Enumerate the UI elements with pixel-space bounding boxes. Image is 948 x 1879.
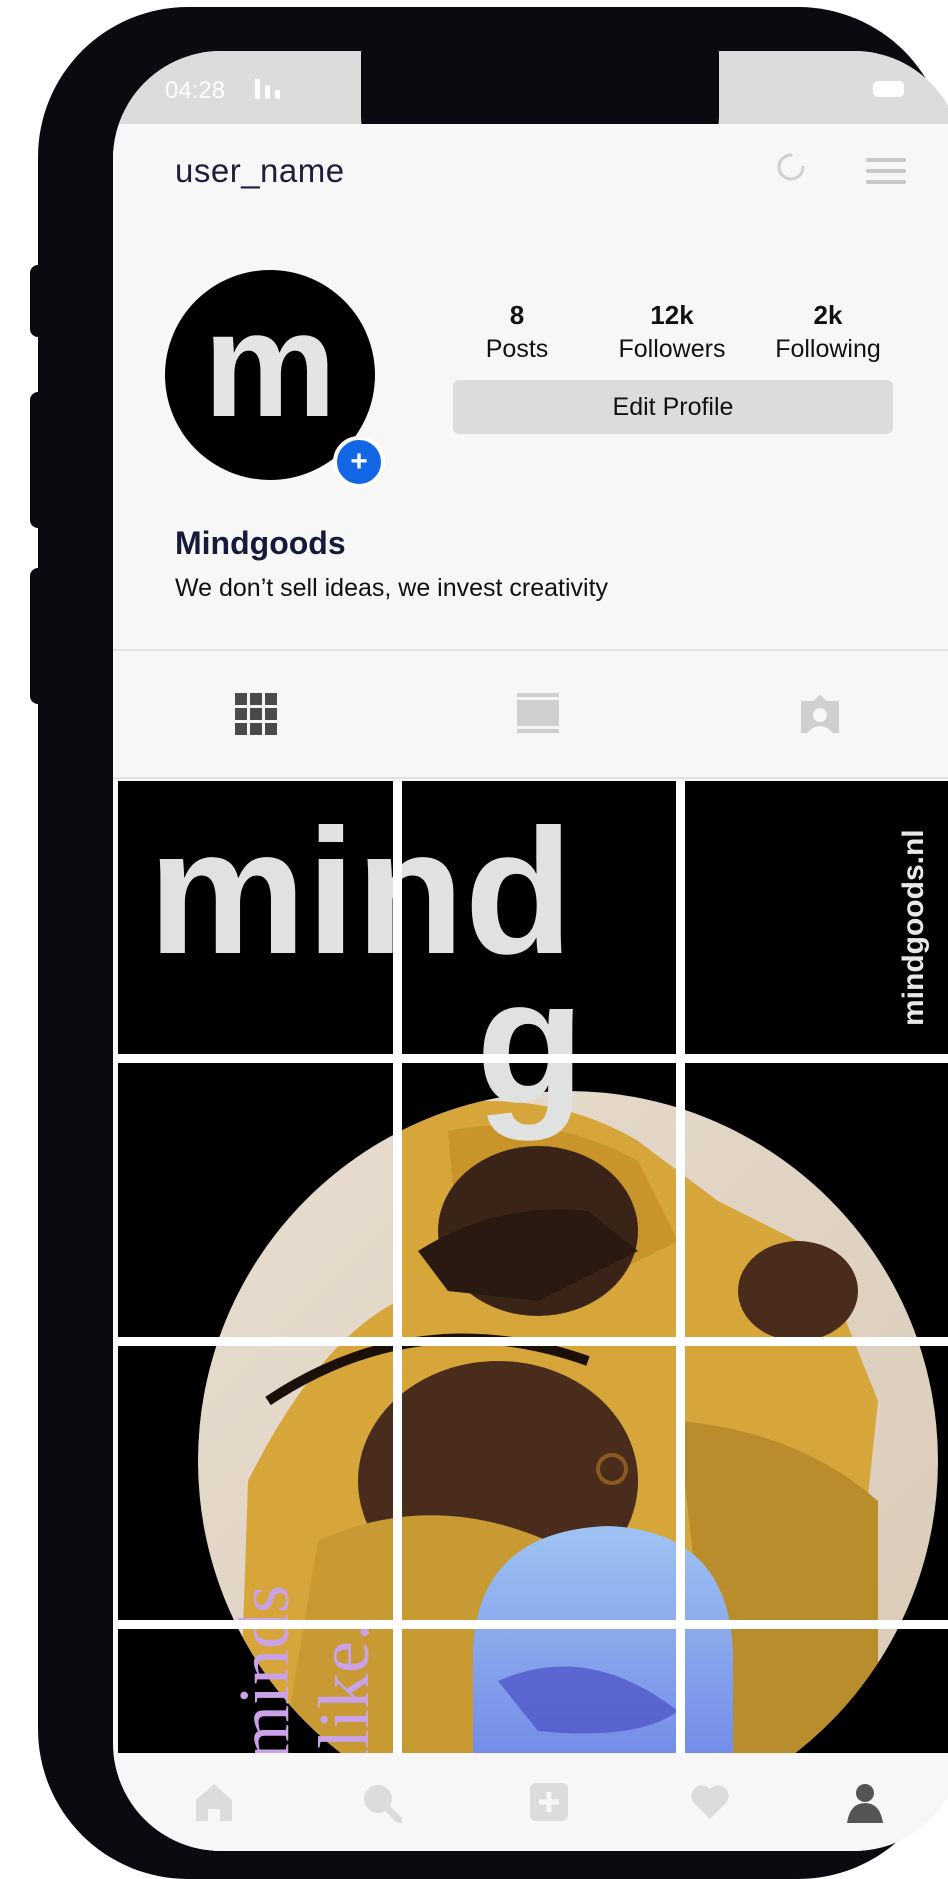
art-text-minds: minds <box>224 1585 304 1761</box>
bottom-nav <box>113 1753 948 1851</box>
stat-value: 12k <box>650 300 694 330</box>
add-story-button[interactable]: + <box>333 436 385 488</box>
feed-icon[interactable] <box>517 693 559 735</box>
home-icon[interactable] <box>193 1781 235 1823</box>
heart-icon[interactable] <box>689 1781 731 1823</box>
bio: We don’t sell ideas, we invest creativit… <box>175 574 609 602</box>
refresh-icon[interactable] <box>776 152 806 182</box>
search-icon[interactable] <box>360 1781 402 1823</box>
grid-icon[interactable] <box>235 693 277 735</box>
stat-label: Posts <box>485 335 549 363</box>
grid-artwork: mind g mindgoods.nl minds alike. <box>118 781 948 1779</box>
phone-frame: 04:28 user_name m + 8 Posts 12k Follower… <box>38 7 948 1879</box>
profile-tabs <box>113 649 948 779</box>
signal-icon <box>255 79 280 99</box>
profile-icon[interactable] <box>844 1781 886 1823</box>
art-text-site: mindgoods.nl <box>897 829 930 1026</box>
stat-posts[interactable]: 8 Posts <box>442 300 592 364</box>
stat-value: 8 <box>509 300 525 330</box>
stat-label: Following <box>775 335 881 363</box>
stat-value: 2k <box>813 300 843 330</box>
avatar-letter: m <box>203 280 337 448</box>
username[interactable]: user_name <box>175 152 345 190</box>
stat-following[interactable]: 2k Following <box>753 300 903 364</box>
tagged-icon[interactable] <box>799 693 841 735</box>
top-bar: user_name <box>113 124 948 212</box>
post-grid: mind g mindgoods.nl minds alike. <box>118 781 948 1779</box>
menu-icon[interactable] <box>866 158 906 184</box>
stat-label: Followers <box>618 335 726 363</box>
art-text-g: g <box>476 942 585 1141</box>
stat-followers[interactable]: 12k Followers <box>597 300 747 364</box>
battery-icon <box>873 81 904 97</box>
display-name: Mindgoods <box>175 525 346 561</box>
profile-header: m + 8 Posts 12k Followers 2k Following E… <box>113 212 948 649</box>
phone-screen: 04:28 user_name m + 8 Posts 12k Follower… <box>113 51 948 1851</box>
add-post-icon[interactable] <box>528 1781 570 1823</box>
status-time: 04:28 <box>165 77 226 104</box>
edit-profile-button[interactable]: Edit Profile <box>453 380 893 434</box>
plus-icon: + <box>350 445 368 478</box>
